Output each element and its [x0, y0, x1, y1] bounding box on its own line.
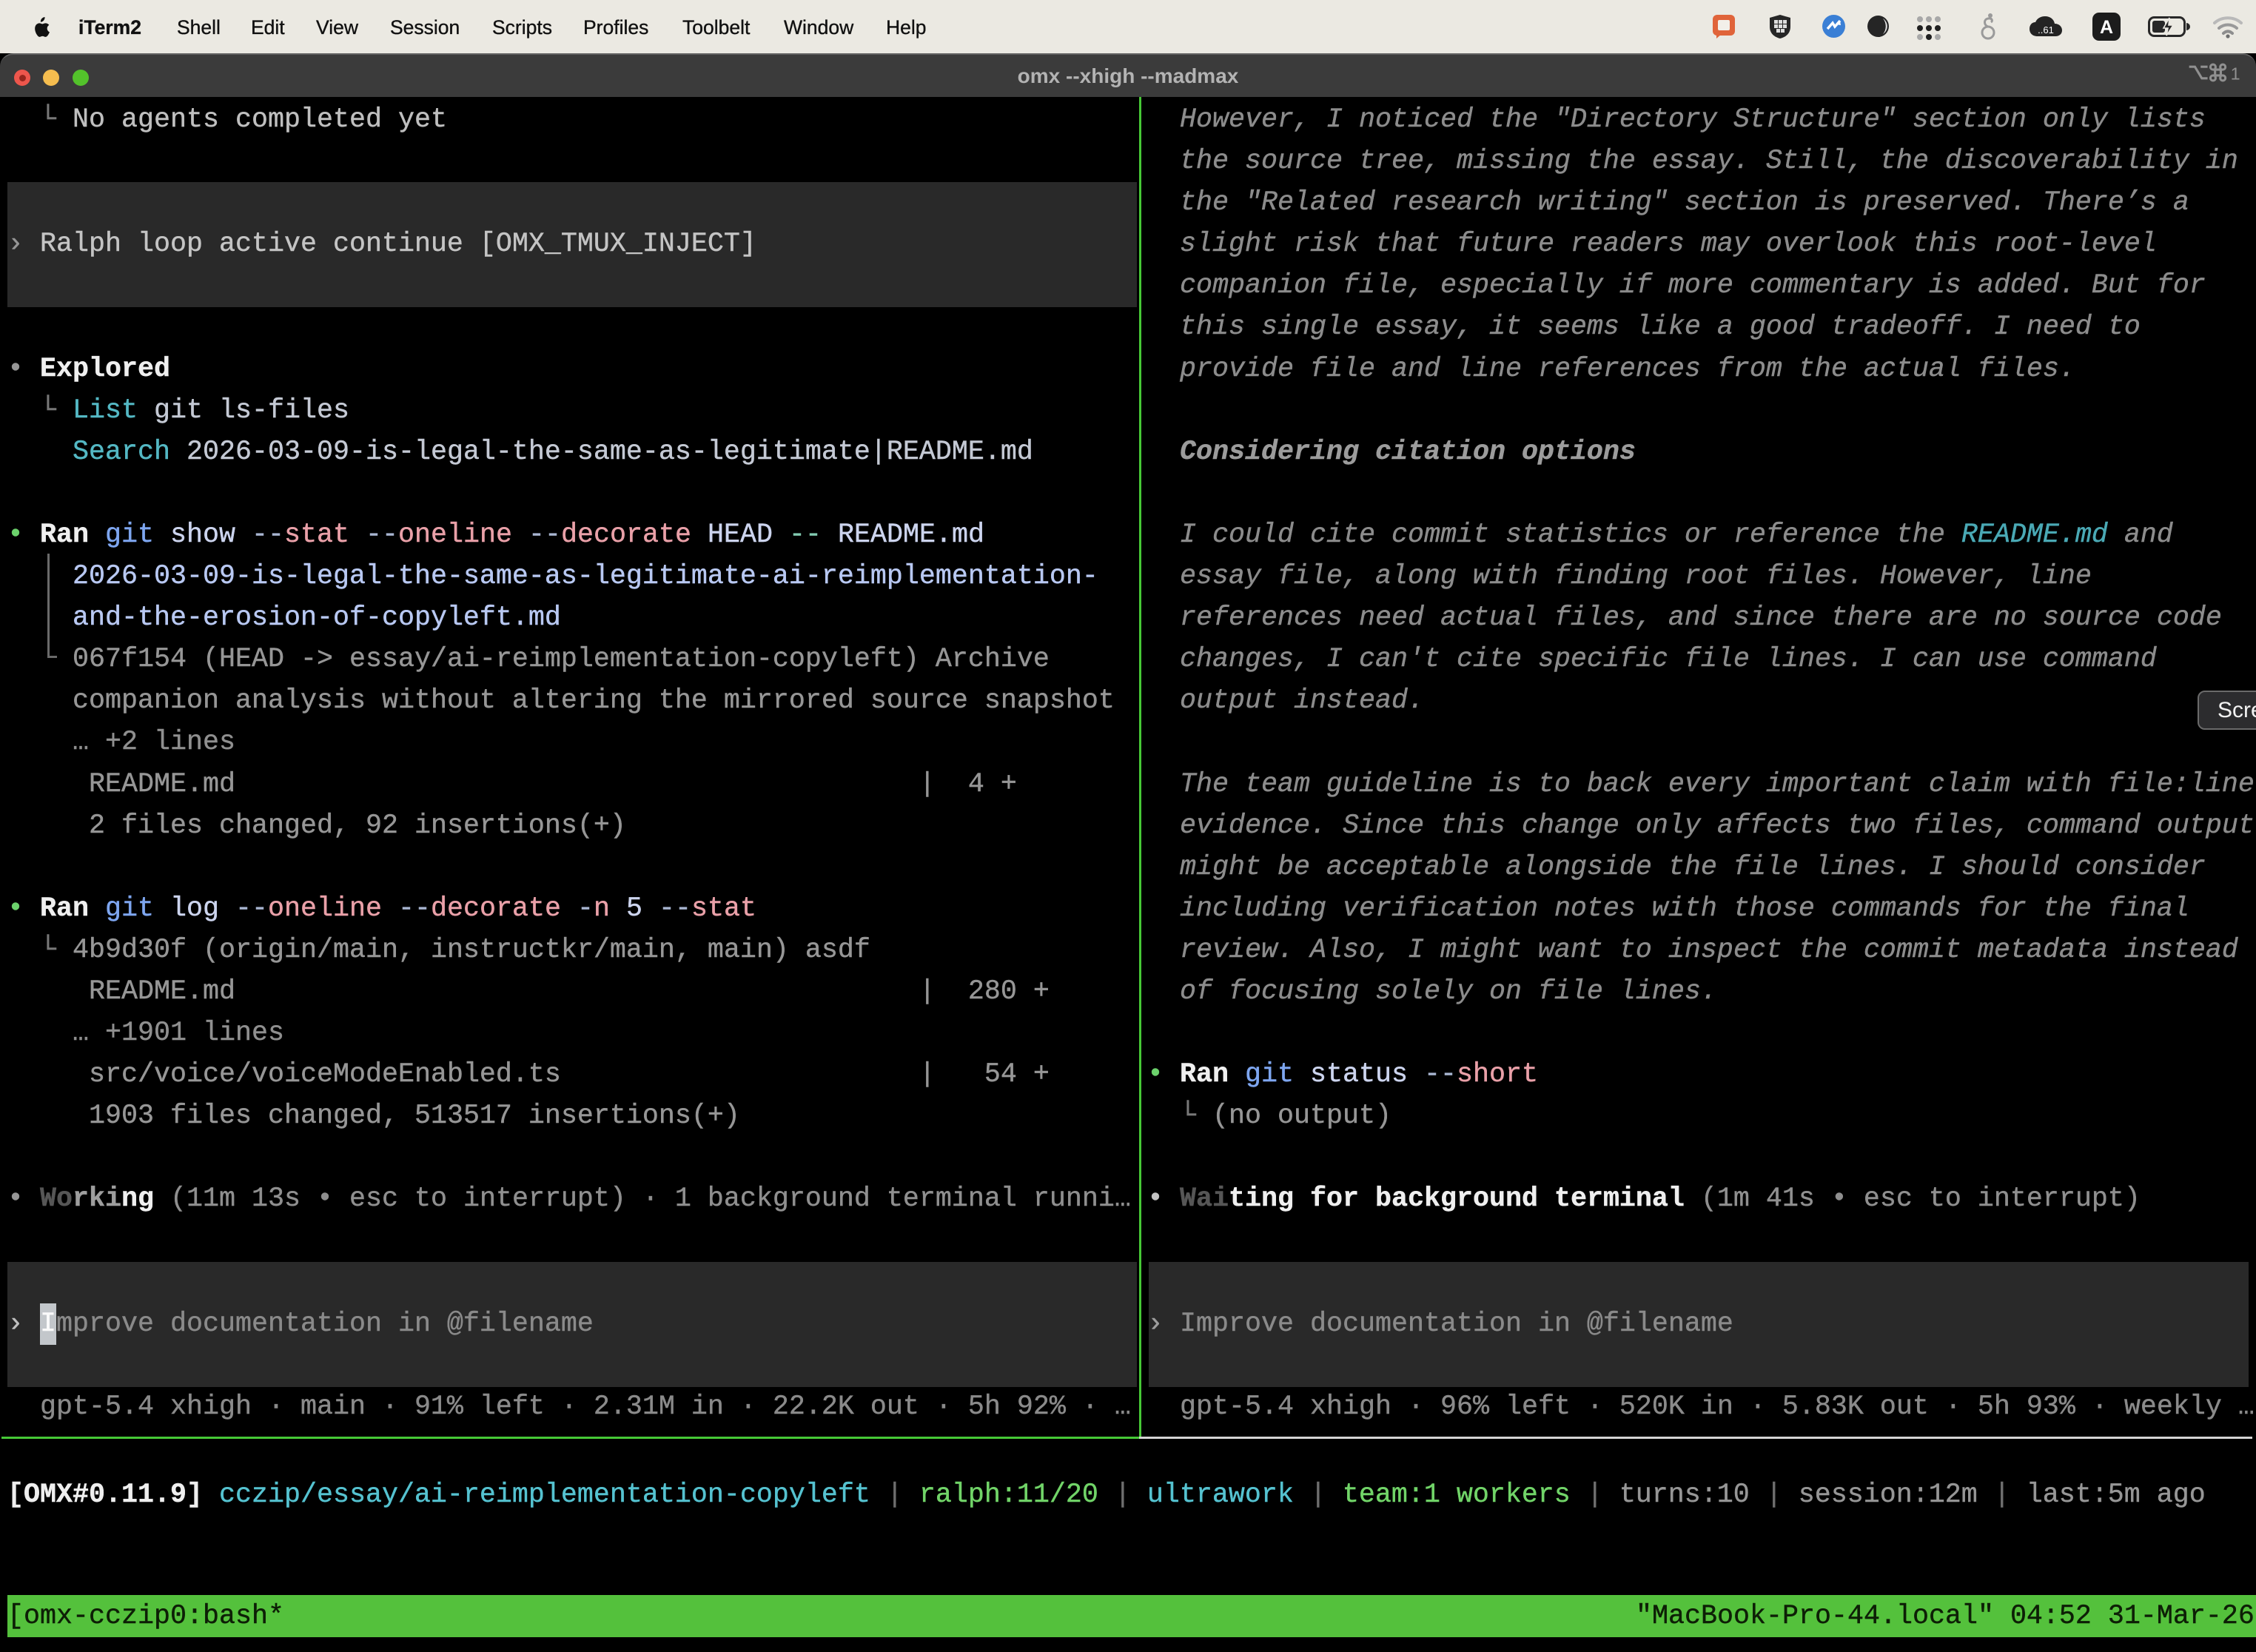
- svg-text:1: 1: [2231, 64, 2240, 83]
- svg-text:A: A: [2100, 17, 2113, 38]
- svg-text:..61: ..61: [2038, 24, 2054, 36]
